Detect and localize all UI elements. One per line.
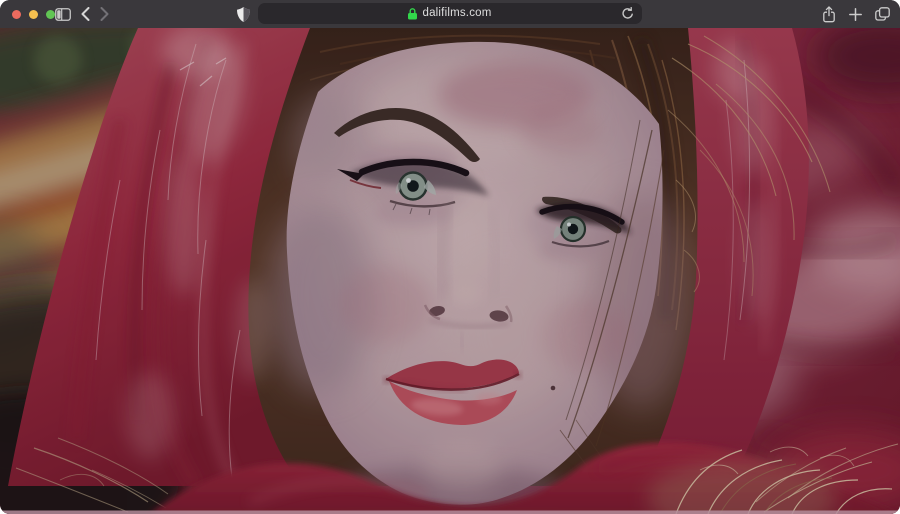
dim-overlay (0, 28, 900, 514)
share-icon (822, 6, 836, 23)
new-tab-button[interactable] (849, 0, 862, 28)
chevron-left-icon (81, 7, 90, 21)
share-button[interactable] (822, 0, 836, 28)
browser-toolbar: dalifilms.com (0, 0, 900, 28)
toolbar-right-buttons (822, 0, 890, 28)
privacy-shield-button[interactable] (232, 0, 254, 28)
plus-icon (849, 8, 862, 21)
reload-button[interactable] (619, 6, 635, 21)
address-bar[interactable]: dalifilms.com (258, 3, 642, 24)
lock-icon (408, 8, 417, 20)
traffic-lights (12, 10, 55, 19)
url-text: dalifilms.com (422, 3, 491, 24)
browser-window: dalifilms.com (0, 0, 900, 514)
close-button[interactable] (12, 10, 21, 19)
back-button[interactable] (76, 0, 94, 28)
shield-icon (237, 7, 250, 22)
reload-icon (621, 7, 634, 20)
sidebar-icon (55, 8, 71, 21)
sidebar-toggle-button[interactable] (52, 0, 74, 28)
forward-button[interactable] (95, 0, 113, 28)
minimize-button[interactable] (29, 10, 38, 19)
tab-overview-button[interactable] (875, 0, 890, 28)
tabs-icon (875, 7, 890, 21)
bottom-edge-highlight (0, 511, 900, 514)
chevron-right-icon (100, 7, 109, 21)
portrait-photo (0, 28, 900, 514)
